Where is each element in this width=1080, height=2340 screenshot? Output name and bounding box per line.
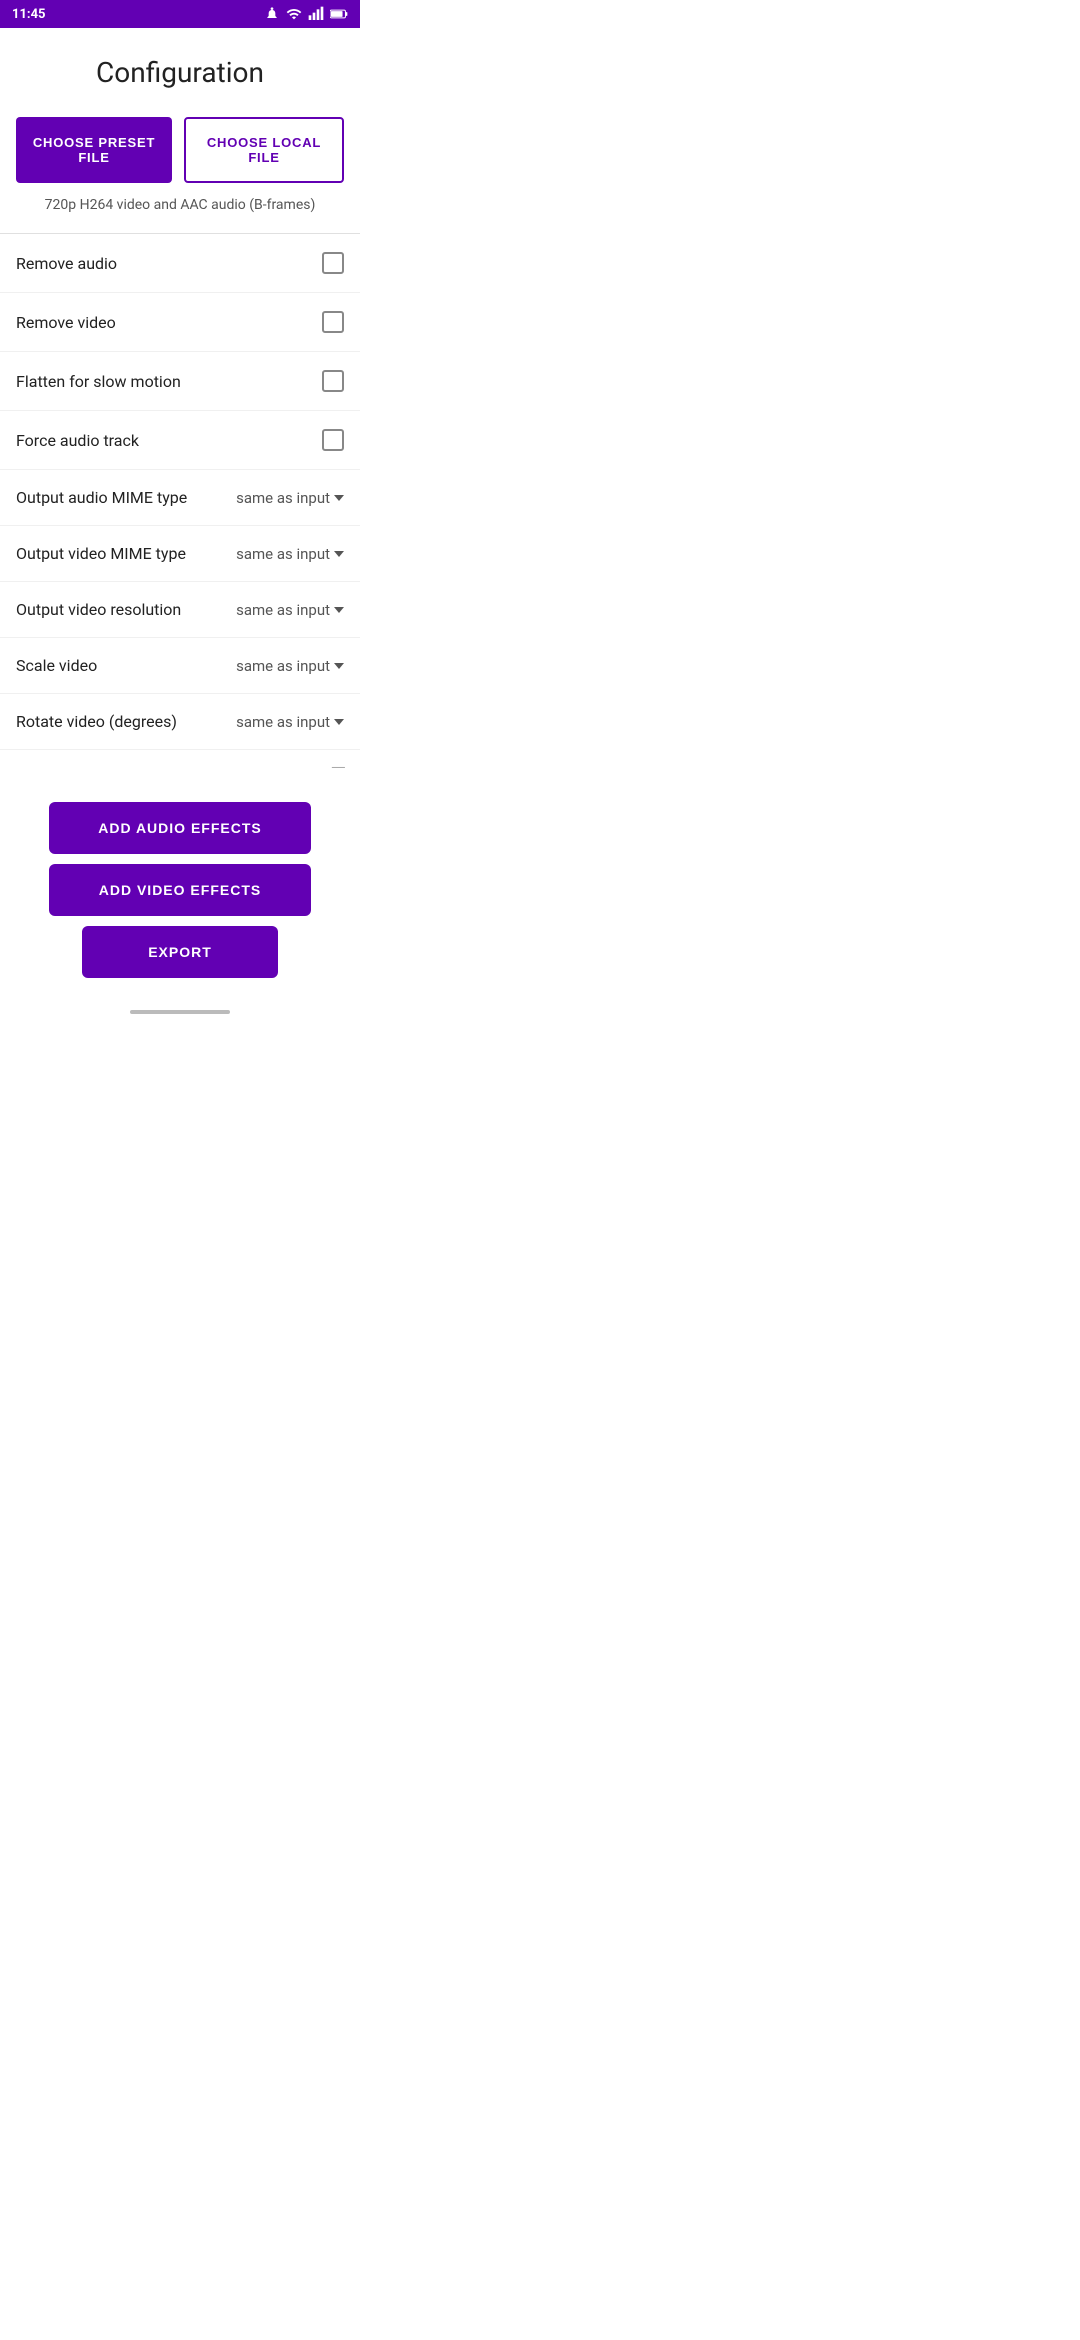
action-buttons-section: ADD AUDIO EFFECTS ADD VIDEO EFFECTS EXPO…	[0, 786, 360, 998]
notification-icon	[264, 6, 280, 22]
add-audio-effects-button[interactable]: ADD AUDIO EFFECTS	[49, 802, 311, 854]
dropdown-rotate-video-select[interactable]: same as input	[236, 713, 344, 731]
page-title: Configuration	[16, 56, 344, 89]
dropdown-output-video-mime-value: same as input	[236, 545, 330, 563]
status-time: 11:45	[12, 7, 46, 22]
dropdown-options-list: Output audio MIME type same as input Out…	[0, 470, 360, 750]
add-video-effects-button[interactable]: ADD VIDEO EFFECTS	[49, 864, 311, 916]
status-icons	[264, 6, 348, 22]
dropdown-rotate-video: Rotate video (degrees) same as input	[0, 694, 360, 750]
chevron-down-icon	[334, 495, 344, 501]
option-force-audio-track-label: Force audio track	[16, 431, 139, 450]
wifi-icon	[286, 6, 302, 22]
battery-icon	[330, 8, 348, 20]
chevron-down-icon	[334, 551, 344, 557]
checkbox-options-list: Remove audio Remove video Flatten for sl…	[0, 234, 360, 470]
dropdown-output-video-mime-label: Output video MIME type	[16, 544, 186, 563]
dropdown-scale-video: Scale video same as input	[0, 638, 360, 694]
chevron-down-icon	[334, 719, 344, 725]
dropdown-output-audio-mime-value: same as input	[236, 489, 330, 507]
dropdown-output-video-resolution-select[interactable]: same as input	[236, 601, 344, 619]
option-flatten-slow-motion: Flatten for slow motion	[0, 352, 360, 411]
export-button[interactable]: EXPORT	[82, 926, 279, 978]
file-choice-row: CHOOSE PRESET FILE CHOOSE LOCAL FILE	[0, 99, 360, 187]
option-remove-video-label: Remove video	[16, 313, 116, 332]
checkbox-remove-audio[interactable]	[322, 252, 344, 274]
option-remove-audio: Remove audio	[0, 234, 360, 293]
chevron-down-icon	[334, 663, 344, 669]
home-bar	[130, 1010, 230, 1014]
home-indicator	[0, 998, 360, 1026]
checkbox-force-audio-track[interactable]	[322, 429, 344, 451]
dropdown-output-video-mime: Output video MIME type same as input	[0, 526, 360, 582]
option-flatten-slow-motion-label: Flatten for slow motion	[16, 372, 181, 391]
option-force-audio-track: Force audio track	[0, 411, 360, 470]
dropdown-scale-video-select[interactable]: same as input	[236, 657, 344, 675]
dropdown-rotate-video-label: Rotate video (degrees)	[16, 712, 177, 731]
choose-local-button[interactable]: CHOOSE LOCAL FILE	[184, 117, 344, 183]
status-bar: 11:45	[0, 0, 360, 28]
checkbox-flatten-slow-motion[interactable]	[322, 370, 344, 392]
dropdown-output-audio-mime-label: Output audio MIME type	[16, 488, 187, 507]
checkbox-remove-video[interactable]	[322, 311, 344, 333]
option-remove-video: Remove video	[0, 293, 360, 352]
dropdown-output-audio-mime: Output audio MIME type same as input	[0, 470, 360, 526]
choose-preset-button[interactable]: CHOOSE PRESET FILE	[16, 117, 172, 183]
chevron-down-icon	[334, 607, 344, 613]
preset-subtitle: 720p H264 video and AAC audio (B-frames)	[0, 187, 360, 233]
dropdown-rotate-video-value: same as input	[236, 713, 330, 731]
dropdown-output-video-resolution-value: same as input	[236, 601, 330, 619]
dropdown-scale-video-value: same as input	[236, 657, 330, 675]
dropdown-output-audio-mime-select[interactable]: same as input	[236, 489, 344, 507]
dropdown-output-video-resolution-label: Output video resolution	[16, 600, 181, 619]
dropdown-scale-video-label: Scale video	[16, 656, 97, 675]
dropdown-output-video-mime-select[interactable]: same as input	[236, 545, 344, 563]
option-remove-audio-label: Remove audio	[16, 254, 117, 273]
separator-dash: —	[0, 750, 360, 786]
dropdown-output-video-resolution: Output video resolution same as input	[0, 582, 360, 638]
page-header: Configuration	[0, 28, 360, 99]
signal-icon	[308, 6, 324, 22]
